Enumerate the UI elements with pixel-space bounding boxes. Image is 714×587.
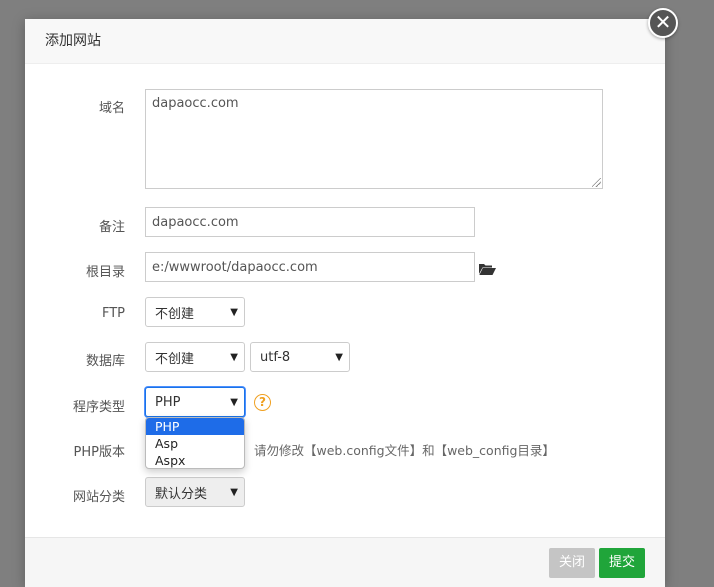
chevron-down-icon: ▼	[230, 486, 238, 498]
database-label: 数据库	[85, 354, 125, 369]
domain-textarea[interactable]: dapaocc.com	[145, 89, 603, 189]
remark-value: dapaocc.com	[152, 214, 239, 230]
root-dir-input[interactable]: e:/wwwroot/dapaocc.com	[145, 252, 475, 282]
ftp-selected: 不创建	[155, 306, 195, 322]
submit-button[interactable]: 提交	[599, 548, 645, 578]
chevron-down-icon: ▼	[230, 306, 238, 318]
ftp-label: FTP	[101, 306, 125, 321]
domain-label: 域名	[98, 101, 125, 116]
root-dir-label: 根目录	[85, 265, 125, 280]
database-select[interactable]: 不创建 ▼	[145, 342, 245, 372]
dropdown-option-aspx[interactable]: Aspx	[146, 452, 244, 468]
dropdown-option-php[interactable]: PHP	[146, 418, 244, 435]
ftp-select[interactable]: 不创建 ▼	[145, 297, 245, 327]
charset-select[interactable]: utf-8 ▼	[250, 342, 350, 372]
charset-selected: utf-8	[260, 349, 291, 365]
chevron-down-icon: ▼	[230, 351, 238, 363]
domain-value: dapaocc.com	[152, 96, 239, 111]
site-category-selected: 默认分类	[155, 486, 208, 502]
php-version-hint: 请勿修改【web.config文件】和【web_config目录】	[254, 443, 555, 458]
dropdown-option-asp[interactable]: Asp	[146, 435, 244, 452]
close-button[interactable]: 关闭	[549, 548, 595, 578]
folder-open-icon[interactable]	[479, 263, 496, 275]
program-type-selected: PHP	[155, 394, 181, 410]
remark-input[interactable]: dapaocc.com	[145, 207, 475, 237]
chevron-down-icon: ▼	[230, 396, 238, 408]
site-category-select[interactable]: 默认分类 ▼	[145, 477, 245, 507]
remark-label: 备注	[98, 220, 125, 235]
root-dir-value: e:/wwwroot/dapaocc.com	[152, 259, 318, 275]
dialog-footer: 关闭 提交	[25, 537, 665, 587]
resize-grip-icon[interactable]	[592, 178, 601, 187]
program-type-select[interactable]: PHP ▼	[145, 387, 245, 417]
site-category-label: 网站分类	[72, 490, 125, 505]
php-version-label: PHP版本	[73, 445, 125, 460]
program-type-dropdown: PHP Asp Aspx	[145, 417, 245, 469]
help-icon[interactable]: ?	[254, 394, 271, 411]
close-icon[interactable]: ✕	[648, 8, 678, 38]
dialog-title: 添加网站	[25, 19, 665, 64]
chevron-down-icon: ▼	[335, 351, 343, 363]
program-type-label: 程序类型	[72, 400, 125, 415]
database-selected: 不创建	[155, 351, 195, 367]
add-site-dialog: 添加网站 域名 dapaocc.com 备注 dapaocc.com 根目录 e…	[25, 19, 665, 587]
